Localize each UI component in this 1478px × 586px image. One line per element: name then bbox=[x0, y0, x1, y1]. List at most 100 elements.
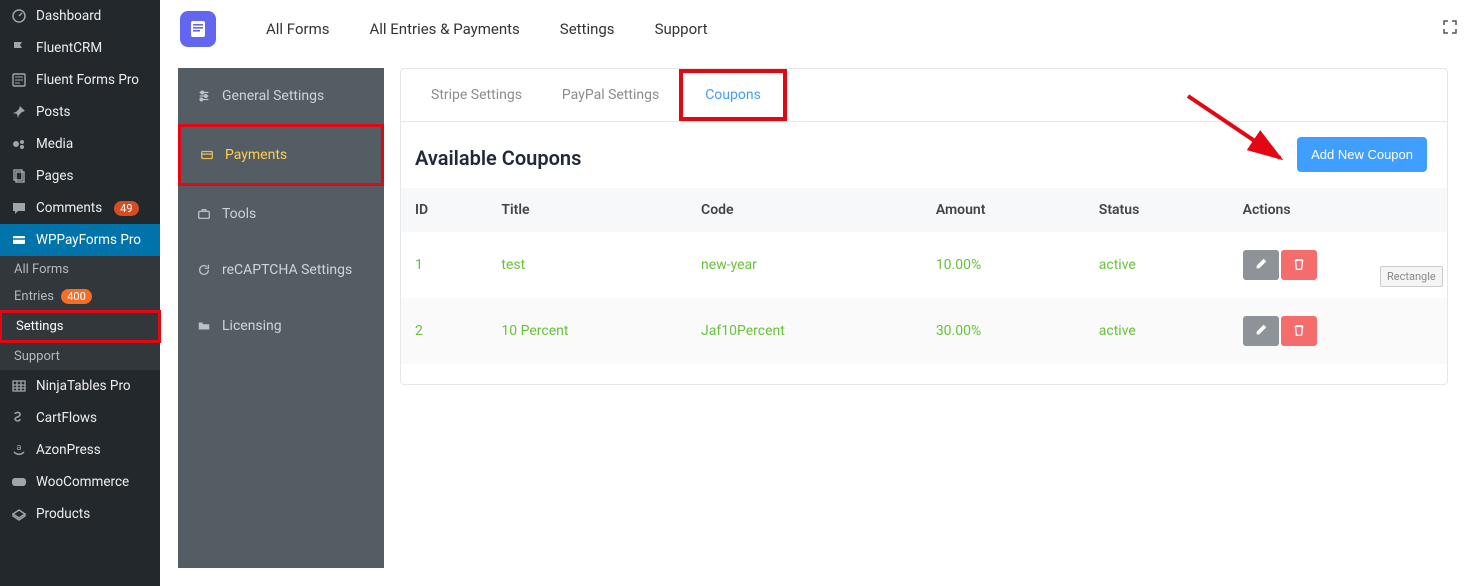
cell-amount: 10.00% bbox=[922, 232, 1085, 298]
wp-menu-label: Media bbox=[36, 136, 73, 152]
wp-submenu-label: All Forms bbox=[14, 262, 69, 277]
wp-menu-pages[interactable]: Pages bbox=[0, 160, 160, 192]
topnav-settings[interactable]: Settings bbox=[540, 20, 635, 38]
cell-status: active bbox=[1085, 232, 1229, 298]
settings-nav-payments[interactable]: Payments bbox=[178, 124, 384, 186]
table-icon bbox=[10, 378, 28, 394]
wp-menu-label: WPPayForms Pro bbox=[36, 232, 141, 248]
cell-title: 10 Percent bbox=[487, 298, 687, 364]
payform-icon bbox=[10, 232, 28, 248]
wp-menu-azonpress[interactable]: aAzonPress bbox=[0, 434, 160, 466]
cell-code: Jaf10Percent bbox=[687, 298, 922, 364]
wp-menu-label: CartFlows bbox=[36, 410, 97, 426]
cell-actions bbox=[1229, 298, 1447, 364]
wp-menu-label: Fluent Forms Pro bbox=[36, 72, 139, 88]
payment-tabs: Stripe SettingsPayPal SettingsCoupons bbox=[401, 69, 1447, 122]
edit-button[interactable] bbox=[1243, 316, 1279, 346]
wp-admin-sidebar: Dashboard FluentCRM Fluent Forms Pro Posts M… bbox=[0, 0, 160, 586]
wp-menu-products[interactable]: Products bbox=[0, 498, 160, 530]
recaptcha-icon bbox=[196, 263, 212, 277]
app-topbar: All FormsAll Entries & PaymentsSettingsS… bbox=[160, 0, 1478, 58]
wp-menu-label: Posts bbox=[36, 104, 70, 120]
wp-submenu-label: Support bbox=[14, 349, 60, 364]
card-icon bbox=[199, 148, 215, 162]
table-row: 1testnew-year10.00%active bbox=[401, 232, 1447, 298]
amazon-icon: a bbox=[10, 442, 28, 458]
edit-button[interactable] bbox=[1243, 250, 1279, 280]
wp-menu-fluent-forms-pro[interactable]: Fluent Forms Pro bbox=[0, 64, 160, 96]
svg-text:a: a bbox=[17, 443, 22, 453]
wp-menu-dashboard[interactable]: Dashboard bbox=[0, 0, 160, 32]
settings-nav-tools[interactable]: Tools bbox=[178, 186, 384, 242]
cell-amount: 30.00% bbox=[922, 298, 1085, 364]
badge: 49 bbox=[114, 201, 138, 216]
trash-icon bbox=[1292, 257, 1306, 274]
col-title: Title bbox=[487, 188, 687, 232]
topnav-all-entries-payments[interactable]: All Entries & Payments bbox=[349, 20, 539, 38]
tab-stripe-settings[interactable]: Stripe Settings bbox=[411, 69, 542, 121]
cell-actions bbox=[1229, 232, 1447, 298]
settings-nav-label: General Settings bbox=[222, 88, 324, 104]
add-new-coupon-button[interactable]: Add New Coupon bbox=[1297, 137, 1427, 172]
table-row: 210 PercentJaf10Percent30.00%active bbox=[401, 298, 1447, 364]
settings-nav-label: Tools bbox=[222, 206, 256, 222]
wp-menu-comments[interactable]: Comments 49 bbox=[0, 192, 160, 224]
settings-nav-general-settings[interactable]: General Settings bbox=[178, 68, 384, 124]
wp-menu-cartflows[interactable]: CartFlows bbox=[0, 402, 160, 434]
settings-sidebar: General Settings Payments Tools reCAPTCHA S… bbox=[178, 68, 384, 568]
wp-menu-woocommerce[interactable]: WooCommerce bbox=[0, 466, 160, 498]
pencil-icon bbox=[1254, 323, 1268, 340]
page-title: Available Coupons bbox=[401, 122, 1447, 188]
col-status: Status bbox=[1085, 188, 1229, 232]
cell-id: 1 bbox=[401, 232, 487, 298]
trash-icon bbox=[1292, 323, 1306, 340]
wp-submenu-settings[interactable]: Settings bbox=[0, 310, 161, 343]
app-logo bbox=[180, 11, 216, 47]
delete-button[interactable] bbox=[1281, 316, 1317, 346]
wp-menu-label: Products bbox=[36, 506, 90, 522]
wp-submenu-label: Settings bbox=[16, 319, 63, 334]
coupons-table: IDTitleCodeAmountStatusActions 1testnew-… bbox=[401, 188, 1447, 364]
settings-nav-label: Licensing bbox=[222, 318, 282, 334]
pages-icon bbox=[10, 168, 28, 184]
wp-menu-label: Pages bbox=[36, 168, 74, 184]
products-icon bbox=[10, 506, 28, 522]
wp-submenu: All Forms Entries 400 Settings Support bbox=[0, 256, 160, 370]
tab-paypal-settings[interactable]: PayPal Settings bbox=[542, 69, 679, 121]
flag-icon bbox=[10, 40, 28, 56]
wp-submenu-entries[interactable]: Entries 400 bbox=[0, 283, 160, 310]
folder-icon bbox=[196, 319, 212, 333]
settings-nav-label: Payments bbox=[225, 147, 287, 163]
topnav-all-forms[interactable]: All Forms bbox=[246, 20, 349, 38]
fullscreen-icon[interactable] bbox=[1442, 19, 1458, 39]
wp-menu-label: Comments bbox=[36, 200, 102, 216]
topnav-support[interactable]: Support bbox=[635, 20, 728, 38]
cell-id: 2 bbox=[401, 298, 487, 364]
cell-status: active bbox=[1085, 298, 1229, 364]
cart-icon bbox=[10, 410, 28, 426]
col-code: Code bbox=[687, 188, 922, 232]
wp-menu-label: Dashboard bbox=[36, 8, 101, 24]
wp-menu-media[interactable]: Media bbox=[0, 128, 160, 160]
wp-menu-label: NinjaTables Pro bbox=[36, 378, 131, 394]
settings-nav-label: reCAPTCHA Settings bbox=[222, 262, 352, 278]
wp-submenu-all-forms[interactable]: All Forms bbox=[0, 256, 160, 283]
pencil-icon bbox=[1254, 257, 1268, 274]
wp-menu-posts[interactable]: Posts bbox=[0, 96, 160, 128]
delete-button[interactable] bbox=[1281, 250, 1317, 280]
woo-icon bbox=[10, 474, 28, 490]
wp-menu-label: WooCommerce bbox=[36, 474, 129, 490]
comment-icon bbox=[10, 200, 28, 216]
col-id: ID bbox=[401, 188, 487, 232]
settings-nav-recaptcha-settings[interactable]: reCAPTCHA Settings bbox=[178, 242, 384, 298]
wp-menu-ninjatables-pro[interactable]: NinjaTables Pro bbox=[0, 370, 160, 402]
wp-menu-fluentcrm[interactable]: FluentCRM bbox=[0, 32, 160, 64]
cell-code: new-year bbox=[687, 232, 922, 298]
form-icon bbox=[10, 72, 28, 88]
briefcase-icon bbox=[196, 207, 212, 221]
tab-coupons[interactable]: Coupons bbox=[679, 69, 787, 121]
col-actions: Actions bbox=[1229, 188, 1447, 232]
settings-nav-licensing[interactable]: Licensing bbox=[178, 298, 384, 354]
wp-menu-wppayforms-pro[interactable]: WPPayForms Pro bbox=[0, 224, 160, 256]
wp-submenu-support[interactable]: Support bbox=[0, 343, 160, 370]
